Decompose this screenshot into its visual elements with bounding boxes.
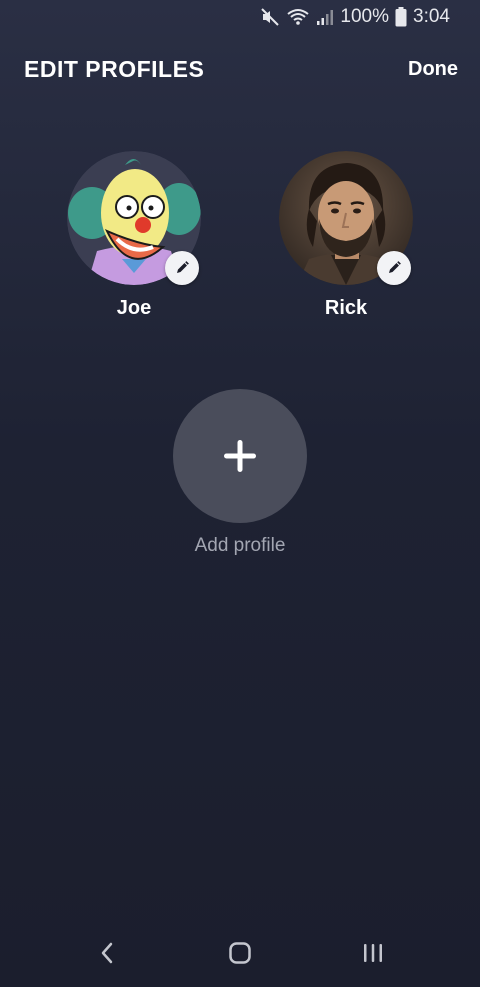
edit-profile-button[interactable] bbox=[377, 251, 411, 285]
profile-joe[interactable]: Joe bbox=[54, 151, 214, 320]
recent-apps-icon bbox=[364, 944, 383, 962]
add-profile-label: Add profile bbox=[194, 535, 286, 556]
profile-name: Joe bbox=[116, 297, 152, 319]
header: EDIT PROFILES Done bbox=[24, 52, 458, 86]
wifi-icon bbox=[286, 7, 310, 27]
profile-name: Rick bbox=[324, 297, 368, 319]
battery-icon bbox=[395, 7, 407, 27]
clock: 3:04 bbox=[413, 6, 450, 27]
profile-rick[interactable]: Rick bbox=[266, 151, 426, 320]
back-icon bbox=[101, 942, 112, 964]
navigation-bar bbox=[0, 919, 480, 987]
plus-icon bbox=[224, 440, 256, 472]
home-icon bbox=[229, 942, 251, 964]
avatar[interactable] bbox=[279, 151, 413, 285]
edit-profile-button[interactable] bbox=[165, 251, 199, 285]
add-profile[interactable]: Add profile bbox=[173, 389, 307, 557]
add-profile-button[interactable] bbox=[173, 389, 307, 523]
battery-percentage: 100% bbox=[340, 6, 390, 27]
avatar[interactable] bbox=[67, 151, 201, 285]
mute-icon bbox=[260, 7, 280, 27]
signal-icon bbox=[316, 8, 334, 26]
done-button[interactable]: Done bbox=[408, 58, 458, 81]
pencil-icon bbox=[389, 261, 401, 273]
recent-apps-button[interactable] bbox=[343, 928, 403, 978]
status-bar: 100% 3:04 bbox=[0, 0, 480, 34]
pencil-icon bbox=[177, 261, 189, 273]
home-button[interactable] bbox=[210, 928, 270, 978]
back-button[interactable] bbox=[77, 928, 137, 978]
page-title: EDIT PROFILES bbox=[24, 55, 205, 82]
